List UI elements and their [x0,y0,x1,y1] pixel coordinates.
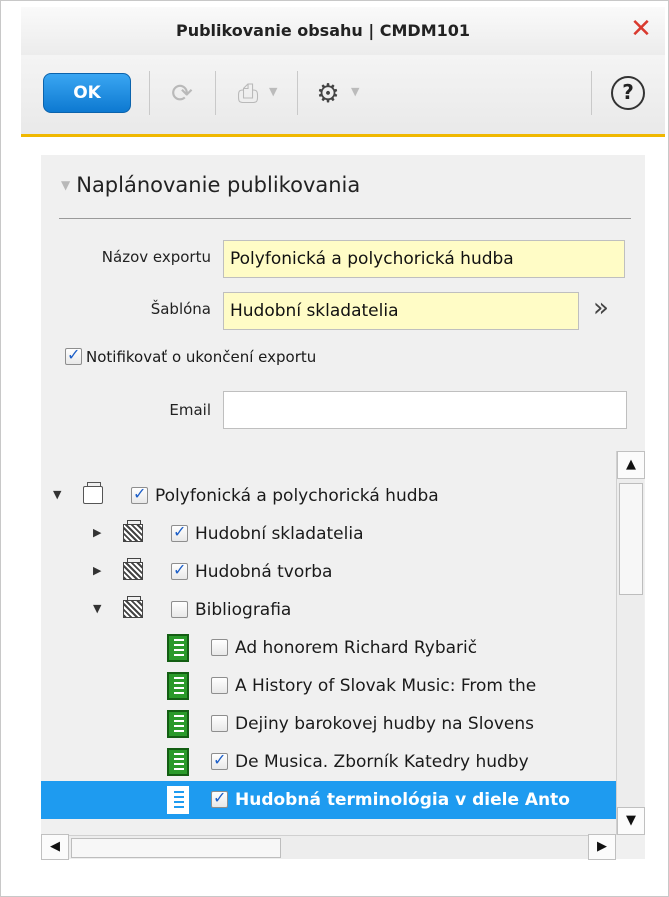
folder-icon [83,482,103,504]
tree-checkbox[interactable] [211,750,228,770]
section-header[interactable]: ▼ Naplánovanie publikovania [61,173,360,197]
refresh-icon[interactable]: ⟳ [165,77,199,111]
toolbar-separator [591,71,592,115]
book-icon [167,672,189,700]
vertical-scrollbar[interactable]: ▲ ▼ [616,451,645,835]
email-label: Email [169,401,211,419]
tree-row-label: Hudobní skladatelia [195,524,364,544]
ok-button[interactable]: OK [43,73,131,113]
tree-row[interactable]: Ad honorem Richard Rybarič [41,629,616,667]
tree-row-label: A History of Slovak Music: From the [235,676,537,696]
content-tree: ▼ Polyfonická a polychorická hudba ▶ Hud… [41,451,616,835]
tree-checkbox[interactable] [211,677,228,694]
publish-dialog: Publikovanie obsahu | CMDM101 ✕ OK ⟳ ⎙ ▼… [0,0,669,897]
tree-checkbox[interactable] [171,522,188,542]
print-icon[interactable]: ⎙ [231,77,265,111]
tree-row-label: Dejiny barokovej hudby na Slovens [235,714,535,734]
toolbar: OK ⟳ ⎙ ▼ ⚙ ▼ ? [21,55,665,137]
tree-checkbox[interactable] [171,560,188,580]
email-field[interactable] [223,391,627,429]
tree-row-label: Ad honorem Richard Rybarič [235,638,478,658]
book-icon [167,748,189,776]
tree-row[interactable]: ▼ Bibliografia [41,591,616,629]
section-title: Naplánovanie publikovania [76,173,361,197]
toolbar-separator [215,71,216,115]
expand-arrow-icon[interactable]: ▶ [93,564,101,577]
chevron-down-icon[interactable]: ▼ [269,85,277,98]
notify-label: Notifikovať o ukončení exportu [86,347,317,366]
publish-panel: ▼ Naplánovanie publikovania Názov exportu… [41,155,645,860]
toolbar-separator [149,71,150,115]
collapse-triangle-icon[interactable]: ▼ [61,178,70,192]
expand-arrow-icon[interactable]: ▼ [53,488,61,501]
tree-checkbox[interactable] [211,639,228,656]
book-icon [167,786,189,814]
divider [59,218,631,219]
tree-row[interactable]: ▶ Hudobná tvorba [41,553,616,591]
scroll-left-icon[interactable]: ◀ [41,834,69,860]
tree-row[interactable]: Dejiny barokovej hudby na Slovens [41,705,616,743]
gear-icon[interactable]: ⚙ [311,77,345,111]
tree-checkbox[interactable] [171,601,188,618]
notify-checkbox[interactable] [65,345,82,365]
tree-checkbox[interactable] [131,484,148,504]
tree-row-label: Hudobná tvorba [195,562,333,582]
tree-checkbox[interactable] [211,788,228,808]
close-icon[interactable]: ✕ [627,15,655,43]
title-bar: Publikovanie obsahu | CMDM101 ✕ [21,7,665,55]
toolbar-separator [297,71,298,115]
scroll-down-icon[interactable]: ▼ [617,807,645,835]
export-name-label: Názov exportu [101,248,211,266]
scroll-right-icon[interactable]: ▶ [588,834,616,860]
tree-row[interactable]: ▼ Polyfonická a polychorická hudba [41,477,616,515]
folder-icon [123,520,143,542]
template-label: Šablóna [150,300,211,318]
tree-row[interactable]: ▶ Hudobní skladatelia [41,515,616,553]
horizontal-scroll-thumb[interactable] [71,838,281,858]
book-icon [167,710,189,738]
chevron-down-icon[interactable]: ▼ [351,85,359,98]
horizontal-scrollbar[interactable]: ◀ ▶ [41,834,616,860]
tree-row-selected[interactable]: Hudobná terminológia v diele Anto [41,781,616,819]
dialog-title: Publikovanie obsahu | CMDM101 [175,21,471,40]
tree-row-label: De Musica. Zborník Katedry hudby [235,752,529,772]
tree-row[interactable]: A History of Slovak Music: From the [41,667,616,705]
folder-icon [123,558,143,580]
vertical-scroll-thumb[interactable] [619,483,643,595]
template-field[interactable]: Hudobní skladatelia [223,292,579,330]
tree-checkbox[interactable] [211,715,228,732]
expand-arrow-icon[interactable]: ▼ [93,602,101,615]
scroll-up-icon[interactable]: ▲ [617,451,645,479]
help-icon[interactable]: ? [611,76,645,110]
tree-row[interactable]: De Musica. Zborník Katedry hudby [41,743,616,781]
tree-row-label: Polyfonická a polychorická hudba [155,486,439,506]
template-picker-icon[interactable]: » [593,293,609,323]
tree-row-label: Hudobná terminológia v diele Anto [235,790,570,810]
folder-icon [123,596,143,618]
book-icon [167,634,189,662]
notify-checkbox-row[interactable]: Notifikovať o ukončení exportu [65,345,317,366]
tree-row-label: Bibliografia [195,600,292,620]
expand-arrow-icon[interactable]: ▶ [93,526,101,539]
export-name-field[interactable]: Polyfonická a polychorická hudba [223,240,625,278]
